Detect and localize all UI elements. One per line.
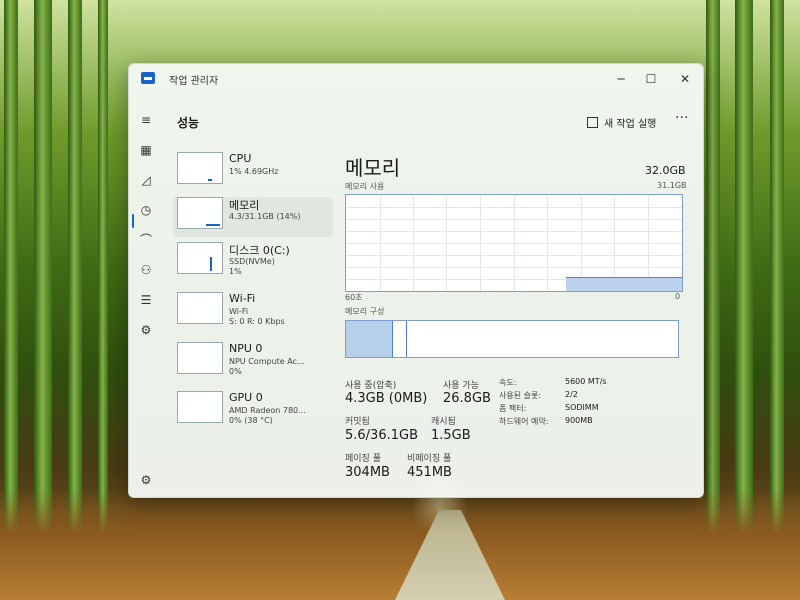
speed-label: 속도: bbox=[499, 378, 517, 387]
memory-thumbnail bbox=[177, 197, 223, 229]
page-title: 성능 bbox=[177, 116, 200, 130]
cached-label: 캐시됨 bbox=[431, 417, 456, 427]
memory-spark bbox=[206, 224, 220, 226]
memory-title: 메모리 bbox=[345, 156, 401, 180]
perf-item-disk[interactable]: 디스크 0(C:) SSD(NVMe) 1% bbox=[173, 242, 333, 282]
perf-item-sub: SSD(NVMe) bbox=[229, 257, 275, 266]
perf-item-title: Wi-Fi bbox=[229, 292, 256, 305]
perf-item-sub2: 1% bbox=[229, 267, 242, 276]
perf-item-sub2: 0% (38 °C) bbox=[229, 416, 273, 425]
processes-icon[interactable]: ▦ bbox=[135, 140, 157, 160]
time-axis-right: 0 bbox=[675, 292, 681, 301]
perf-item-wifi[interactable]: Wi-Fi Wi-Fi S: 0 R: 0 Kbps bbox=[173, 292, 333, 332]
run-task-label: 새 작업 실행 bbox=[604, 119, 657, 130]
perf-item-title: CPU bbox=[229, 152, 252, 165]
composition-in-use bbox=[346, 321, 393, 357]
perf-item-title: NPU 0 bbox=[229, 342, 263, 355]
details-icon[interactable]: ☰ bbox=[135, 290, 157, 310]
perf-item-sub: NPU Compute Ac... bbox=[229, 357, 305, 366]
memory-total: 32.0GB bbox=[645, 164, 686, 177]
slots-label: 사용된 슬롯: bbox=[499, 391, 542, 400]
close-button[interactable]: ✕ bbox=[671, 69, 699, 89]
paged-pool-value: 304MB bbox=[345, 465, 390, 480]
task-manager-window: 작업 관리자 ─ ☐ ✕ ≡ ▦ ◿ ◷ ⌒ ⚇ ☰ ⚙ ⚙ 성능 새 작업 실… bbox=[128, 63, 704, 498]
committed-value: 5.6/36.1GB bbox=[345, 428, 418, 443]
run-new-task-button[interactable]: 새 작업 실행 bbox=[587, 115, 656, 130]
perf-item-sub2: S: 0 R: 0 Kbps bbox=[229, 317, 285, 326]
cpu-thumbnail bbox=[177, 152, 223, 184]
new-task-icon bbox=[587, 117, 598, 128]
nonpaged-pool-value: 451MB bbox=[407, 465, 452, 480]
window-title: 작업 관리자 bbox=[169, 76, 219, 87]
cpu-spark bbox=[208, 179, 212, 181]
time-axis-left: 60초 bbox=[345, 293, 363, 302]
history-icon[interactable]: ◷ bbox=[135, 200, 157, 220]
slots-value: 2/2 bbox=[565, 390, 578, 399]
memory-composition-bar bbox=[345, 320, 679, 358]
memory-usage-label: 메모리 사용 bbox=[345, 182, 385, 191]
users-icon[interactable]: ⚇ bbox=[135, 260, 157, 280]
composition-modified bbox=[392, 321, 407, 357]
task-manager-icon bbox=[141, 72, 155, 84]
paged-pool-label: 페이징 풀 bbox=[345, 454, 381, 464]
composition-label: 메모리 구성 bbox=[345, 307, 385, 316]
perf-item-title: GPU 0 bbox=[229, 391, 263, 404]
memory-usage-graph bbox=[345, 194, 683, 292]
perf-item-sub: AMD Radeon 780... bbox=[229, 406, 306, 415]
title-bar: 작업 관리자 ─ ☐ ✕ bbox=[129, 64, 703, 94]
hardware-reserved-value: 900MB bbox=[565, 416, 593, 425]
more-options-button[interactable]: ··· bbox=[675, 110, 688, 126]
perf-item-npu[interactable]: NPU 0 NPU Compute Ac... 0% bbox=[173, 342, 333, 382]
disk-spark bbox=[210, 257, 212, 271]
available-label: 사용 가능 bbox=[443, 381, 479, 391]
available-value: 26.8GB bbox=[443, 391, 491, 406]
committed-label: 커밋됨 bbox=[345, 417, 370, 427]
speed-value: 5600 MT/s bbox=[565, 377, 607, 386]
performance-icon[interactable]: ◿ bbox=[135, 170, 157, 190]
disk-thumbnail bbox=[177, 242, 223, 274]
hardware-reserved-label: 하드웨어 예약: bbox=[499, 417, 549, 426]
cached-value: 1.5GB bbox=[431, 428, 471, 443]
perf-item-sub: Wi-Fi bbox=[229, 307, 249, 316]
form-factor-value: SODIMM bbox=[565, 403, 599, 412]
settings-icon[interactable]: ⚙ bbox=[135, 470, 157, 490]
nav-rail: ≡ ▦ ◿ ◷ ⌒ ⚇ ☰ ⚙ ⚙ bbox=[129, 104, 165, 494]
minimize-button[interactable]: ─ bbox=[607, 69, 635, 89]
wifi-thumbnail bbox=[177, 292, 223, 324]
memory-usage-fill bbox=[566, 277, 682, 291]
memory-usage-max: 31.1GB bbox=[657, 181, 687, 190]
nonpaged-pool-label: 비페이징 풀 bbox=[407, 454, 452, 464]
services-icon[interactable]: ⚙ bbox=[135, 320, 157, 340]
perf-item-title: 메모리 bbox=[229, 199, 260, 212]
perf-item-sub2: 0% bbox=[229, 367, 242, 376]
startup-icon[interactable]: ⌒ bbox=[135, 230, 157, 250]
active-indicator bbox=[132, 214, 134, 228]
gpu-thumbnail bbox=[177, 391, 223, 423]
perf-item-sub: 1% 4.69GHz bbox=[229, 167, 279, 176]
hamburger-icon[interactable]: ≡ bbox=[135, 110, 157, 130]
maximize-button[interactable]: ☐ bbox=[637, 69, 665, 89]
in-use-value: 4.3GB (0MB) bbox=[345, 391, 428, 406]
perf-item-gpu[interactable]: GPU 0 AMD Radeon 780... 0% (38 °C) bbox=[173, 391, 333, 431]
form-factor-label: 폼 팩터: bbox=[499, 404, 527, 413]
perf-item-cpu[interactable]: CPU 1% 4.69GHz bbox=[173, 152, 333, 192]
npu-thumbnail bbox=[177, 342, 223, 374]
perf-item-sub: 4.3/31.1GB (14%) bbox=[229, 212, 301, 221]
perf-item-memory[interactable]: 메모리 4.3/31.1GB (14%) bbox=[173, 197, 333, 237]
in-use-label: 사용 중(압축) bbox=[345, 381, 397, 391]
perf-item-title: 디스크 0(C:) bbox=[229, 244, 290, 257]
